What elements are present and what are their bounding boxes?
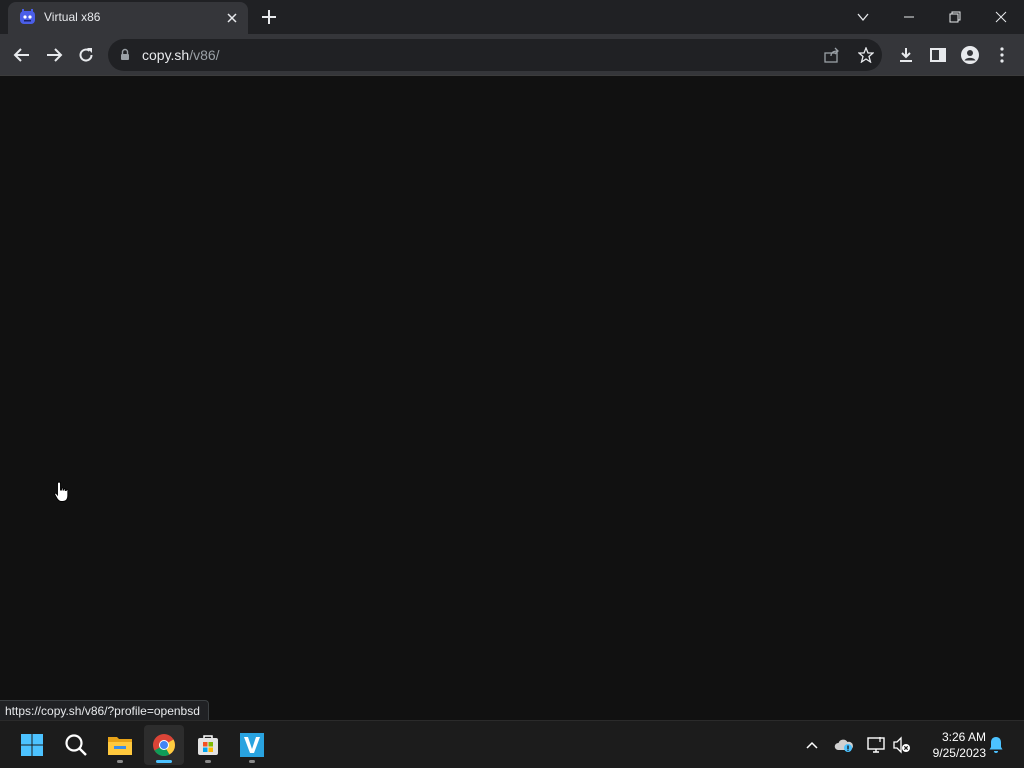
profile-avatar-icon xyxy=(961,46,979,64)
menu-button[interactable] xyxy=(990,43,1014,67)
active-indicator xyxy=(156,760,172,763)
v86-logo-icon xyxy=(20,9,35,24)
side-panel-icon xyxy=(930,48,946,62)
network-icon[interactable] xyxy=(866,735,886,755)
hand-pointer-icon xyxy=(54,481,69,502)
page-viewport[interactable] xyxy=(0,77,1024,720)
back-arrow-icon xyxy=(13,48,29,62)
close-tab-icon[interactable] xyxy=(224,10,240,26)
minimize-icon xyxy=(904,16,914,18)
forward-button[interactable] xyxy=(42,43,66,67)
status-url-bubble: https://copy.sh/v86/?profile=openbsd xyxy=(0,700,209,720)
store-icon xyxy=(198,735,218,755)
forward-arrow-icon xyxy=(47,48,63,62)
browser-toolbar: copy.sh/v86/ xyxy=(0,34,1024,76)
profile-button[interactable] xyxy=(958,43,982,67)
running-indicator xyxy=(205,760,211,763)
notification-bell-icon[interactable] xyxy=(986,735,1006,755)
v-app-icon xyxy=(240,733,264,757)
running-indicator xyxy=(249,760,255,763)
tab-search-button[interactable] xyxy=(840,0,886,34)
downloads-button[interactable] xyxy=(894,43,918,67)
url-host: copy.sh xyxy=(142,47,190,63)
restore-icon xyxy=(949,11,961,23)
close-window-button[interactable] xyxy=(978,0,1024,34)
address-bar[interactable]: copy.sh/v86/ xyxy=(108,39,882,71)
chrome-icon xyxy=(153,734,175,756)
search-icon xyxy=(65,734,87,756)
back-button[interactable] xyxy=(10,43,34,67)
download-icon xyxy=(900,48,912,62)
reload-button[interactable] xyxy=(74,43,98,67)
share-icon[interactable] xyxy=(822,45,842,65)
clock-time: 3:26 AM xyxy=(941,730,986,744)
show-hidden-icons-button[interactable] xyxy=(802,735,822,755)
kebab-menu-icon xyxy=(1000,47,1004,63)
bookmark-star-icon[interactable] xyxy=(856,45,876,65)
side-panel-button[interactable] xyxy=(926,43,950,67)
search-button[interactable] xyxy=(56,725,96,765)
v-app-button[interactable] xyxy=(232,725,272,765)
chevron-up-icon xyxy=(806,741,818,749)
tab-strip: Virtual x86 xyxy=(0,0,1024,34)
taskbar: 3:26 AM 9/25/2023 xyxy=(0,720,1024,768)
onedrive-icon[interactable] xyxy=(834,735,854,755)
clock[interactable]: 3:26 AM 9/25/2023 xyxy=(920,729,986,761)
lock-icon[interactable] xyxy=(120,48,130,61)
url-path: /v86/ xyxy=(189,47,220,63)
clock-date: 9/25/2023 xyxy=(932,746,986,760)
url-text[interactable]: copy.sh/v86/ xyxy=(142,47,220,63)
start-button[interactable] xyxy=(12,725,52,765)
chrome-taskbar-button[interactable] xyxy=(144,725,184,765)
minimize-button[interactable] xyxy=(886,0,932,34)
chevron-down-icon xyxy=(857,13,869,22)
windows-start-icon xyxy=(21,734,43,756)
volume-muted-icon[interactable] xyxy=(892,735,912,755)
tab-title: Virtual x86 xyxy=(44,10,101,24)
file-explorer-icon xyxy=(108,737,132,755)
close-icon xyxy=(995,11,1007,23)
reload-icon xyxy=(79,48,93,62)
store-button[interactable] xyxy=(188,725,228,765)
file-explorer-button[interactable] xyxy=(100,725,140,765)
running-indicator xyxy=(117,760,123,763)
tab-virtual-x86[interactable]: Virtual x86 xyxy=(8,2,248,34)
new-tab-icon[interactable] xyxy=(260,8,278,26)
restore-button[interactable] xyxy=(932,0,978,34)
